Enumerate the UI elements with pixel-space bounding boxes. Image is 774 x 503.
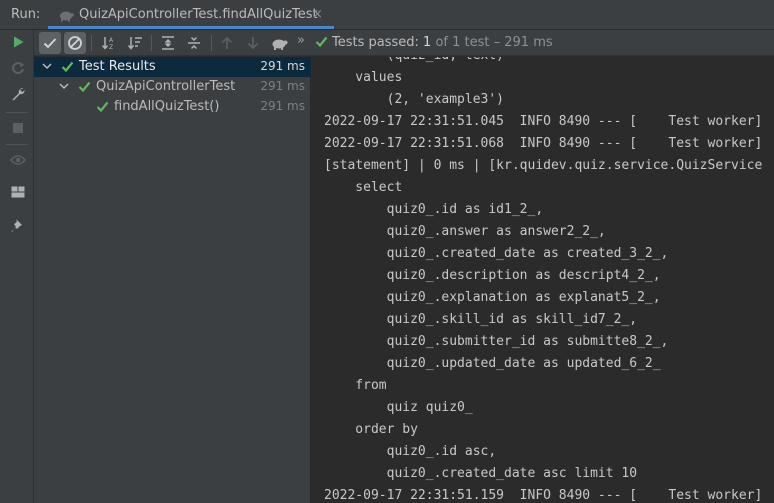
console-output[interactable]: (quiz_id, text) values (2, 'example3') 2… (312, 57, 774, 503)
active-tab-underline (48, 26, 334, 29)
console-line: (quiz_id, text) (324, 57, 504, 70)
run-tool-window-header: Run: QuizApiControllerTest.findAllQuizTe… (0, 0, 774, 30)
turtle-icon (58, 8, 74, 26)
toolbar-separator (151, 35, 152, 51)
tree-item-duration: 291 ms (260, 99, 305, 113)
tree-item-label: QuizApiControllerTest (96, 79, 236, 94)
play-icon[interactable] (8, 32, 28, 52)
check-icon (43, 38, 57, 49)
passed-check-icon (96, 101, 109, 113)
console-line: select (324, 180, 403, 195)
passed-check-icon (315, 35, 328, 52)
close-icon[interactable]: × (312, 7, 323, 22)
arrow-up-icon[interactable] (216, 32, 238, 54)
pin-icon[interactable] (8, 216, 28, 236)
show-passed-button[interactable] (39, 32, 61, 54)
console-line: quiz quiz0_ (324, 400, 473, 415)
console-line: 2022-09-17 22:31:51.045 INFO 8490 --- [ … (324, 114, 763, 129)
console-line: [statement] | 0 ms | [kr.quidev.quiz.ser… (324, 158, 763, 173)
chevron-down-icon[interactable] (41, 60, 53, 72)
toolbar-separator (6, 144, 28, 145)
tree-item-duration: 291 ms (260, 59, 305, 73)
eye-icon[interactable] (8, 150, 28, 170)
console-line: quiz0_.id as id1_2_, (324, 202, 544, 217)
status-prefix: Tests passed: (332, 35, 424, 50)
tree-item-test-results[interactable]: Test Results 291 ms (34, 57, 311, 77)
console-line: quiz0_.id asc, (324, 444, 497, 459)
console-line: quiz0_.created_date as created_3_2_, (324, 246, 669, 261)
layout-icon[interactable] (8, 182, 28, 202)
tree-item-duration: 291 ms (260, 79, 305, 93)
stop-icon[interactable] (8, 118, 28, 138)
test-results-tree: Test Results 291 ms QuizApiControllerTes… (34, 57, 311, 503)
passed-check-icon (78, 81, 91, 93)
tree-item-label: Test Results (79, 59, 156, 74)
show-ignored-button[interactable] (64, 32, 86, 54)
tree-item-quiz-api-controller-test[interactable]: QuizApiControllerTest 291 ms (34, 77, 311, 97)
console-line: quiz0_.skill_id as skill_id7_2_, (324, 312, 638, 327)
import-tests-icon[interactable] (268, 32, 290, 54)
collapse-all-icon[interactable] (183, 32, 205, 54)
console-line: quiz0_.explanation as explanat5_2_, (324, 290, 661, 305)
sort-alphabetically-icon[interactable]: A Z (98, 32, 120, 54)
chevron-down-icon[interactable] (58, 80, 70, 92)
tree-item-label: findAllQuizTest() (114, 99, 220, 114)
ignored-icon (68, 36, 82, 50)
toolbar-separator (6, 112, 28, 113)
arrow-down-icon[interactable] (242, 32, 264, 54)
wrench-icon[interactable] (8, 84, 28, 104)
console-line: (2, 'example3') (324, 92, 505, 107)
expand-all-icon[interactable] (157, 32, 179, 54)
toolbar-separator (91, 35, 92, 51)
console-line: quiz0_.updated_date as updated_6_2_ (324, 356, 661, 371)
console-line: quiz0_.submitter_id as submitte8_2_, (324, 334, 669, 349)
status-rest: of 1 test – 291 ms (431, 35, 553, 50)
svg-text:Z: Z (109, 44, 113, 51)
test-status-summary: Tests passed: 1 of 1 test – 291 ms (332, 35, 553, 50)
run-label: Run: (11, 7, 41, 22)
console-line: 2022-09-17 22:31:51.159 INFO 8490 --- [ … (324, 488, 763, 503)
console-line: from (324, 378, 387, 393)
toolbar-separator (211, 35, 212, 51)
console-line: 2022-09-17 22:31:51.068 INFO 8490 --- [ … (324, 136, 763, 151)
console-line: order by (324, 422, 418, 437)
console-line: quiz0_.description as descript4_2_, (324, 268, 661, 283)
run-side-toolbar (0, 30, 34, 503)
rerun-failed-icon[interactable] (8, 58, 28, 78)
sort-by-duration-icon[interactable] (124, 32, 146, 54)
console-line: quiz0_.answer as answer2_2_, (324, 224, 606, 239)
console-line: quiz0_.created_date asc limit 10 (324, 466, 638, 481)
run-tab-title: QuizApiControllerTest.findAllQuizTest (79, 7, 318, 22)
console-line: values (324, 70, 403, 85)
svg-text:A: A (109, 37, 114, 44)
passed-check-icon (61, 61, 74, 73)
tree-item-find-all-quiz-test[interactable]: findAllQuizTest() 291 ms (34, 97, 311, 117)
test-runner-toolbar: A Z » Tests passed: 1 of 1 test – 291 ms (34, 30, 774, 56)
toolbar-overflow-icon[interactable]: » (297, 33, 305, 48)
